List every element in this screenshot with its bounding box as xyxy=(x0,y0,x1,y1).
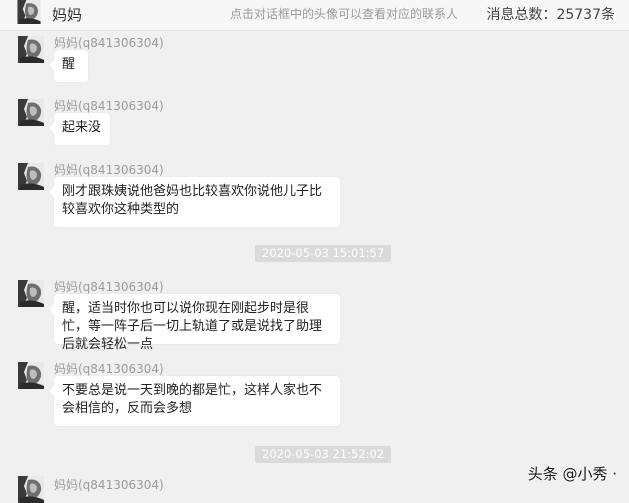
message-avatar[interactable] xyxy=(18,362,44,389)
message-sender: 妈妈(q841306304) xyxy=(54,478,164,492)
message-avatar[interactable] xyxy=(18,36,44,63)
timestamp-divider: 2020-05-03 15:01:57 xyxy=(255,245,392,262)
message-text: 醒，适当时你也可以说你现在刚起步时是很忙，等一阵子后一切上轨道了或是说找了助理后… xyxy=(62,301,323,352)
avatar-hint: 点击对话框中的头像可以查看对应的联系人 xyxy=(230,7,459,21)
message-sender: 妈妈(q841306304) xyxy=(54,36,164,50)
message-bubble: 不要总是说一天到晚的都是忙，这样人家也不会相信的，反而会多想 xyxy=(49,376,340,426)
message-bubble: 醒，适当时你也可以说你现在刚起步时是很忙，等一阵子后一切上轨道了或是说找了助理后… xyxy=(49,294,340,352)
message-text: 刚才跟珠姨说他爸妈也比较喜欢你说他儿子比较喜欢你这种类型的 xyxy=(62,184,323,217)
message-avatar[interactable] xyxy=(18,280,44,307)
contact-name: 妈妈 xyxy=(52,6,83,24)
message-sender: 妈妈(q841306304) xyxy=(54,362,164,376)
message-sender: 妈妈(q841306304) xyxy=(54,163,164,177)
message-avatar[interactable] xyxy=(18,163,44,190)
watermark: 头条 @小秀 · xyxy=(527,465,617,483)
message-text: 起来没 xyxy=(62,120,102,135)
message-bubble: 刚才跟珠姨说他爸妈也比较喜欢你说他儿子比较喜欢你这种类型的 xyxy=(49,177,340,227)
message-sender: 妈妈(q841306304) xyxy=(54,99,164,113)
message-avatar[interactable] xyxy=(18,99,44,126)
message-bubble: 起来没 xyxy=(49,113,110,145)
message-text: 醒 xyxy=(62,57,76,72)
contact-avatar[interactable] xyxy=(16,0,42,24)
message-bubble: 醒 xyxy=(49,50,88,82)
chat-header: 妈妈 点击对话框中的头像可以查看对应的联系人 消息总数：25737条 xyxy=(0,0,629,31)
message-avatar[interactable] xyxy=(18,476,44,503)
timestamp-divider: 2020-05-03 21:52:02 xyxy=(255,446,392,463)
message-text: 不要总是说一天到晚的都是忙，这样人家也不会相信的，反而会多想 xyxy=(62,383,323,416)
message-count: 消息总数：25737条 xyxy=(486,7,615,23)
message-sender: 妈妈(q841306304) xyxy=(54,280,164,294)
